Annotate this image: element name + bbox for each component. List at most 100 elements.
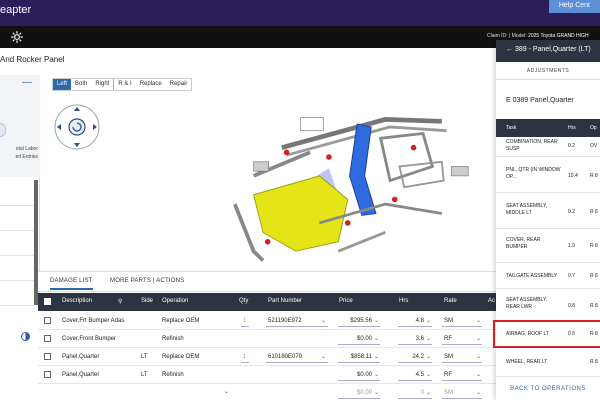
- sidebar-divider: [0, 305, 34, 306]
- adjustments-panel-header: ← 389 - Panel,Quarter (LT): [496, 40, 600, 62]
- adjustment-row[interactable]: PNL, QTR (IN WINDOW OP... 10.4 R 8: [496, 157, 600, 193]
- tab-more-parts-actions[interactable]: MORE PARTS | ACTIONS: [110, 278, 184, 284]
- hrs-value: 0: [420, 390, 424, 396]
- price-input[interactable]: $0.00 ⌄: [338, 333, 380, 345]
- gear-icon[interactable]: [10, 30, 24, 44]
- adjustment-row[interactable]: COVER, REAR BUMPER 1.9 R 8: [496, 229, 600, 263]
- qty-input[interactable]: 1: [241, 351, 249, 363]
- exploded-parts-diagram[interactable]: [190, 110, 496, 270]
- col-part-number[interactable]: Part Number: [268, 298, 302, 304]
- adjustments-label: ADJUSTMENTS: [526, 68, 570, 74]
- col-hrs[interactable]: Hrs: [399, 298, 408, 304]
- adjustments-table-header: Task Hrs Op: [496, 119, 600, 137]
- table-row[interactable]: Panel,Quarter LT Replace OEM 1 610180E07…: [38, 348, 496, 366]
- collapse-icon[interactable]: —: [22, 77, 32, 88]
- view-tabs: Left Both Right R & I Replace Repair: [52, 78, 193, 91]
- adjustment-row[interactable]: SEAT ASSEMBLY, REAR LWR 0.8 R 8: [496, 289, 600, 321]
- tab-both[interactable]: Both: [71, 79, 91, 90]
- rate-select[interactable]: SM ⌄: [442, 387, 482, 399]
- task-op: R 8: [590, 359, 598, 365]
- table-row[interactable]: Cover,Front Bumper Refinish $0.00 ⌄ 3.6 ⌄ …: [38, 330, 496, 348]
- contrast-toggle-icon[interactable]: [21, 332, 30, 341]
- operation-chevron-down-icon[interactable]: ⌄: [224, 388, 229, 395]
- rotate-pan-control[interactable]: [52, 100, 102, 154]
- row-checkbox[interactable]: [44, 371, 51, 378]
- col-rate[interactable]: Rate: [444, 298, 457, 304]
- price-value: $0.00: [356, 336, 372, 342]
- hrs-input[interactable]: 24.2 ⌄: [398, 351, 432, 363]
- adjustment-row[interactable]: WHEEL, REAR LT R 8: [496, 347, 600, 377]
- price-input[interactable]: $0.00 ⌄: [338, 369, 380, 381]
- row-operation: Replace OEM: [162, 354, 200, 360]
- col-actions[interactable]: Ac: [488, 298, 495, 304]
- qty-value: 1: [243, 318, 247, 324]
- part-number-value: 610180E070: [268, 354, 303, 360]
- col-operation[interactable]: Operation: [162, 298, 188, 304]
- select-all-checkbox[interactable]: [44, 298, 51, 305]
- row-checkbox[interactable]: [44, 317, 51, 324]
- table-row[interactable]: Panel,Quarter LT Refinish $0.00 ⌄ 4.5 ⌄ RF…: [38, 366, 496, 384]
- chevron-down-icon: ⌄: [426, 336, 432, 342]
- back-arrow-icon[interactable]: ←: [506, 46, 513, 53]
- hrs-input[interactable]: 3.6 ⌄: [398, 333, 432, 345]
- task-name: TAILGATE ASSEMBLY: [506, 273, 558, 279]
- row-checkbox[interactable]: [44, 353, 51, 360]
- col-hrs: Hrs: [568, 125, 576, 131]
- chevron-down-icon: ⌄: [476, 372, 482, 378]
- qty-input[interactable]: 1: [241, 315, 249, 327]
- sidebar-summary: — otal Labor ed Entries: [0, 75, 40, 177]
- row-operation: Refinish: [162, 336, 184, 342]
- filter-icon[interactable]: ⚲: [118, 298, 122, 305]
- chevron-down-icon: ⌄: [374, 372, 380, 378]
- rate-select[interactable]: SM ⌄: [442, 315, 482, 327]
- rate-select[interactable]: RF ⌄: [442, 333, 482, 345]
- task-op: R 8: [590, 273, 598, 279]
- price-value: $295.56: [350, 318, 372, 324]
- tab-repair[interactable]: Repair: [166, 79, 192, 90]
- price-input[interactable]: $858.11 ⌄: [338, 351, 380, 363]
- tab-replace[interactable]: Replace: [136, 79, 166, 90]
- price-input[interactable]: $0.00 ⌄: [338, 387, 380, 399]
- col-price[interactable]: Price: [339, 298, 353, 304]
- price-input[interactable]: $295.56 ⌄: [338, 315, 380, 327]
- part-number-input[interactable]: 610180E070 ⌄: [266, 351, 328, 363]
- chevron-down-icon: ⌄: [476, 336, 482, 342]
- chevron-down-icon: ⌄: [476, 354, 482, 360]
- sidebar-divider: [0, 205, 34, 206]
- row-operation: Refinish: [162, 372, 184, 378]
- hrs-input[interactable]: 4.8 ⌄: [398, 315, 432, 327]
- rate-select[interactable]: RF ⌄: [442, 369, 482, 381]
- tab-left[interactable]: Left: [53, 79, 72, 90]
- tab-damage-list[interactable]: DAMAGE LIST: [50, 278, 93, 290]
- chevron-down-icon: ⌄: [426, 390, 432, 396]
- row-checkbox[interactable]: [44, 335, 51, 342]
- col-qty[interactable]: Qty: [239, 298, 248, 304]
- part-number-input[interactable]: 521190E972 ⌄: [266, 315, 328, 327]
- adjustment-row[interactable]: COMBINATION, REAR SUSP 0.2 OV: [496, 137, 600, 157]
- chevron-down-icon: ⌄: [374, 336, 380, 342]
- rate-value: RF: [444, 336, 452, 342]
- adjustment-row[interactable]: TAILGATE ASSEMBLY 0.7 R 8: [496, 263, 600, 289]
- row-side: LT: [141, 354, 148, 360]
- hrs-value: 3.6: [415, 336, 424, 342]
- table-row[interactable]: Cover,Frt Bumper Adas Replace OEM 1 5211…: [38, 312, 496, 330]
- chevron-down-icon: ⌄: [426, 372, 432, 378]
- col-description[interactable]: Description: [62, 298, 92, 304]
- help-center-button[interactable]: Help Cent: [548, 0, 600, 13]
- row-description: Panel,Quarter: [62, 372, 100, 378]
- sidebar-labor-button[interactable]: [0, 123, 6, 137]
- chevron-down-icon: ⌄: [476, 318, 482, 324]
- row-description: Cover,Frt Bumper Adas: [62, 318, 125, 324]
- adjustment-row[interactable]: SEAT ASSEMBLY, MIDDLE LT 0.2 R 8: [496, 193, 600, 229]
- rate-value: SM: [444, 354, 453, 360]
- col-side[interactable]: Side: [141, 298, 153, 304]
- panel-title-text: 389 - Panel,Quarter (LT): [514, 46, 591, 53]
- hrs-input[interactable]: 0 ⌄: [398, 387, 432, 399]
- hrs-input[interactable]: 4.5 ⌄: [398, 369, 432, 381]
- task-name: COMBINATION, REAR SUSP: [506, 139, 558, 152]
- back-to-operations-link[interactable]: BACK TO OPERATIONS: [496, 386, 600, 392]
- new-entry-row[interactable]: ⌄ $0.00 ⌄ 0 ⌄ SM ⌄: [38, 384, 496, 400]
- tab-right[interactable]: Right: [91, 79, 113, 90]
- tab-r-and-i[interactable]: R & I: [113, 79, 135, 90]
- rate-select[interactable]: SM ⌄: [442, 351, 482, 363]
